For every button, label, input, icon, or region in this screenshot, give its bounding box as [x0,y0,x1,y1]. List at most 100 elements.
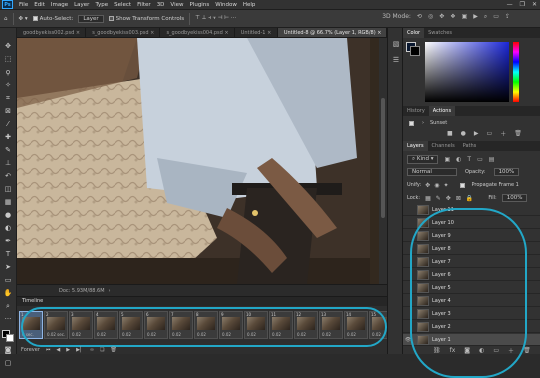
tween-icon[interactable]: ∞ [90,347,94,353]
more-tools-icon[interactable]: ··· [3,315,14,324]
menu-image[interactable]: Image [48,2,71,8]
tab-color[interactable]: Color [403,28,425,38]
tab-goodbyekiss004[interactable]: s_goodbyekiss004.psd × [160,28,235,37]
lock-transparent-icon[interactable]: ▦ [425,195,431,202]
previous-frame-icon[interactable]: ◀ [56,347,60,353]
pan-3d-icon[interactable]: ✥ [439,13,444,21]
filter-adjustment-icon[interactable]: ◐ [456,156,461,163]
magic-wand-tool-icon[interactable]: ✧ [3,81,14,90]
clone-stamp-tool-icon[interactable]: ⊥ [3,159,14,168]
workspace-icon[interactable]: ▭ [493,13,499,21]
first-frame-icon[interactable]: ⏮ [46,347,51,353]
new-set-icon[interactable]: ▭ [487,130,493,137]
menu-window[interactable]: Window [212,2,240,8]
tab-goodbyekiss003[interactable]: s_goodbyekiss003.psd × [86,28,161,37]
menu-file[interactable]: File [16,2,31,8]
delete-frame-icon[interactable]: 🗑 [110,347,116,353]
chevron-right-icon[interactable]: › [422,120,424,126]
filter-smart-object-icon[interactable]: ▤ [489,156,495,163]
stop-icon[interactable]: ■ [447,130,453,137]
maximize-button[interactable]: ❐ [520,1,525,8]
eyedropper-tool-icon[interactable]: ⁄ [3,120,14,129]
next-frame-icon[interactable]: ▶▏ [76,347,84,353]
tab-layers[interactable]: Layers [403,141,428,151]
close-tab-icon[interactable]: × [150,30,154,36]
document-canvas[interactable] [17,38,379,284]
new-action-icon[interactable]: ＋ [500,129,506,138]
layer-dropdown[interactable]: Layer [78,14,104,23]
menu-help[interactable]: Help [240,2,259,8]
rectangle-tool-icon[interactable]: ▭ [3,276,14,285]
blend-mode-dropdown[interactable]: Normal [407,168,457,176]
close-tab-icon[interactable]: × [224,30,228,36]
opacity-input[interactable]: 100% [493,168,520,176]
blur-tool-icon[interactable]: ● [3,211,14,220]
home-icon[interactable]: ⌂ [4,16,8,22]
action-set-row[interactable]: › Sunset [403,118,540,128]
play-icon[interactable]: ▶ [66,347,70,353]
type-tool-icon[interactable]: T [3,250,14,259]
timeline-title[interactable]: Timeline [17,297,387,306]
zoom-tool-icon[interactable]: ⌕ [3,302,14,311]
propagate-checkbox[interactable] [460,182,466,188]
unify-style-icon[interactable]: ✦ [443,182,448,189]
tab-actions[interactable]: Actions [428,106,456,116]
tab-goodbyekiss002[interactable]: goodbyekiss002.psd × [17,28,87,37]
menu-edit[interactable]: Edit [31,2,48,8]
scrollbar-thumb[interactable] [381,98,385,218]
tab-untitled-1[interactable]: Untitled-1 × [235,28,278,37]
play-icon[interactable]: ▶ [474,130,479,137]
close-tab-icon[interactable]: × [76,30,80,36]
lock-position-icon[interactable]: ✥ [446,195,451,202]
lasso-tool-icon[interactable]: ϙ [3,68,14,77]
slide-3d-icon[interactable]: ❖ [450,13,455,21]
tab-untitled-8[interactable]: Untitled-8 @ 66.7% (Layer 1, RGB/8) × [277,28,388,37]
checkbox-icon[interactable] [409,120,414,126]
align-icons[interactable]: ⊤ ⊥ ⫞ ⫟ ⊣ ⊢ ··· [195,15,236,22]
screen-mode-icon[interactable]: ▢ [3,359,14,368]
menu-select[interactable]: Select [111,2,134,8]
record-icon[interactable]: ● [461,130,466,137]
hand-tool-icon[interactable]: ✋ [3,289,14,298]
auto-select-checkbox[interactable]: Auto-Select: [32,15,73,22]
crop-tool-icon[interactable]: ⌗ [3,94,14,103]
pen-tool-icon[interactable]: ✒ [3,237,14,246]
dodge-tool-icon[interactable]: ◐ [3,224,14,233]
brush-tool-icon[interactable]: ✎ [3,146,14,155]
history-brush-tool-icon[interactable]: ↶ [3,172,14,181]
menu-plugins[interactable]: Plugins [186,2,212,8]
properties-panel-icon[interactable]: ☰ [391,56,401,66]
fill-input[interactable]: 100% [501,194,528,202]
close-tab-icon[interactable]: × [267,30,271,36]
move-tool-icon[interactable]: ✥ ▾ [19,16,28,22]
healing-brush-tool-icon[interactable]: ✚ [3,133,14,142]
delete-icon[interactable]: 🗑 [514,130,522,137]
tab-swatches[interactable]: Swatches [424,28,456,38]
rotate-3d-icon[interactable]: ⟲ [417,13,422,21]
duplicate-frame-icon[interactable]: ❏ [100,347,104,353]
frame-tool-icon[interactable]: ⊠ [3,107,14,116]
background-color-swatch[interactable] [6,334,14,342]
loop-options-dropdown[interactable]: Forever [21,347,40,353]
color-swatches[interactable] [2,330,14,342]
search-icon[interactable]: ⌕ [484,13,487,21]
hue-slider[interactable] [513,42,519,102]
filter-shape-icon[interactable]: ▭ [477,156,483,163]
tab-history[interactable]: History [403,106,429,116]
menu-type[interactable]: Type [92,2,111,8]
scale-3d-icon[interactable]: ▣ [462,13,468,21]
canvas-scrollbar[interactable] [379,38,387,284]
lock-pixels-icon[interactable]: ✎ [436,195,441,202]
swatch-panel-icon[interactable]: ▧ [391,40,401,50]
status-arrow-icon[interactable]: › [109,288,111,294]
share-icon[interactable]: ⇪ [505,13,510,21]
gradient-tool-icon[interactable]: ▦ [3,198,14,207]
menu-filter[interactable]: Filter [134,2,154,8]
tab-paths[interactable]: Paths [459,141,481,151]
background-color-swatch[interactable] [410,46,420,56]
move-tool-icon[interactable]: ✥ [3,42,14,51]
path-selection-tool-icon[interactable]: ➤ [3,263,14,272]
video-icon[interactable]: ▶ [473,13,478,21]
unify-visibility-icon[interactable]: ◉ [434,182,439,189]
color-picker-field[interactable] [425,42,509,102]
